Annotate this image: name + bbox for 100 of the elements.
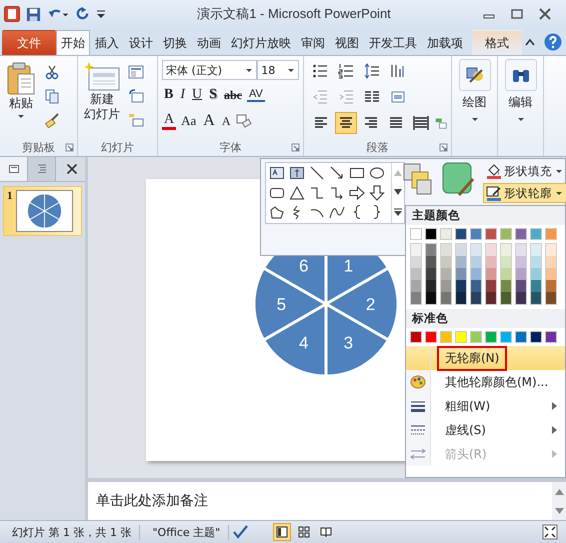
arrange-icon[interactable]	[403, 163, 433, 197]
drawing-button[interactable]: 绘图	[458, 59, 490, 125]
color-swatch[interactable]	[456, 244, 466, 256]
scroll-up-icon[interactable]	[394, 170, 402, 176]
color-swatch[interactable]	[500, 228, 512, 240]
color-swatch[interactable]	[485, 228, 497, 240]
color-swatch[interactable]	[440, 331, 452, 343]
color-swatch[interactable]	[500, 331, 512, 343]
arrow-line-icon[interactable]	[329, 165, 345, 181]
color-swatch[interactable]	[411, 268, 421, 280]
color-swatch[interactable]	[546, 256, 556, 268]
italic-button[interactable]: I	[178, 86, 188, 104]
ribbon-tab[interactable]: 切换	[158, 30, 192, 55]
color-swatch[interactable]	[516, 292, 526, 304]
color-swatch[interactable]	[545, 228, 557, 240]
color-swatch[interactable]	[441, 256, 451, 268]
ribbon-tab[interactable]: 设计	[124, 30, 158, 55]
ribbon-tab[interactable]: 开发工具	[364, 30, 422, 55]
spell-check-icon[interactable]	[233, 525, 250, 539]
text-box-icon[interactable]	[269, 165, 285, 181]
align-center-button[interactable]	[335, 112, 357, 134]
rectangle-icon[interactable]	[349, 165, 365, 181]
color-swatch[interactable]	[486, 256, 496, 268]
slide-thumbnail-row[interactable]: 1	[3, 186, 82, 236]
color-swatch[interactable]	[501, 244, 511, 256]
ribbon-tab[interactable]: 加载项	[422, 30, 468, 55]
color-swatch[interactable]	[440, 228, 452, 240]
ribbon-tab[interactable]: 插入	[90, 30, 124, 55]
text-direction-icon[interactable]	[390, 63, 406, 79]
color-swatch[interactable]	[456, 280, 466, 292]
ribbon-tab[interactable]: 动画	[192, 30, 226, 55]
right-arrow-icon[interactable]	[349, 184, 365, 201]
dialog-launcher-icon[interactable]	[65, 143, 74, 152]
increase-indent-icon[interactable]	[338, 89, 354, 105]
brush-icon[interactable]	[44, 112, 60, 128]
decrease-indent-icon[interactable]	[312, 89, 328, 105]
underline-button[interactable]: U	[190, 86, 204, 104]
section-icon[interactable]	[128, 112, 144, 128]
change-case-button[interactable]: Aa	[179, 112, 198, 130]
vertical-text-box-icon[interactable]	[289, 165, 305, 181]
color-swatch[interactable]	[486, 280, 496, 292]
color-swatch[interactable]	[455, 331, 467, 343]
color-swatch[interactable]	[545, 331, 557, 343]
color-swatch[interactable]	[425, 228, 437, 240]
color-swatch[interactable]	[426, 280, 436, 292]
font-color-button[interactable]: A	[162, 112, 176, 130]
strike-button[interactable]: abc	[222, 86, 244, 104]
color-swatch[interactable]	[456, 256, 466, 268]
help-icon[interactable]	[544, 33, 562, 51]
columns-icon[interactable]	[364, 89, 380, 105]
curve-icon[interactable]	[329, 204, 345, 220]
close-icon[interactable]	[538, 7, 552, 21]
slides-tab[interactable]	[0, 157, 28, 181]
bold-button[interactable]: B	[162, 86, 176, 104]
color-swatch[interactable]	[501, 292, 511, 304]
color-swatch[interactable]	[546, 268, 556, 280]
color-swatch[interactable]	[516, 256, 526, 268]
scroll-down-icon[interactable]	[394, 188, 402, 195]
triangle-icon[interactable]	[289, 184, 305, 201]
color-swatch[interactable]	[441, 292, 451, 304]
color-swatch[interactable]	[426, 244, 436, 256]
color-swatch[interactable]	[515, 331, 527, 343]
grow-font-button[interactable]: A	[201, 112, 217, 130]
menu-item[interactable]: 虚线(S)	[406, 418, 565, 442]
copy-icon[interactable]	[44, 88, 60, 104]
layout-icon[interactable]	[128, 64, 144, 80]
maximize-icon[interactable]	[510, 7, 524, 21]
shrink-font-button[interactable]: A	[220, 112, 233, 130]
color-swatch[interactable]	[411, 256, 421, 268]
scroll-up-icon[interactable]	[554, 488, 564, 494]
paste-button[interactable]: 粘贴	[4, 60, 38, 138]
more-icon[interactable]	[394, 208, 402, 216]
customize-icon[interactable]	[96, 8, 106, 20]
fit-window-icon[interactable]	[542, 524, 558, 540]
elbow-connector-icon[interactable]	[309, 184, 325, 201]
quick-styles-icon[interactable]	[441, 161, 475, 199]
color-swatch[interactable]	[441, 268, 451, 280]
ribbon-tab[interactable]: 文件	[2, 30, 56, 55]
ribbon-tab[interactable]: 开始	[56, 30, 90, 55]
ribbon-tab[interactable]: 格式	[472, 30, 522, 55]
shadow-button[interactable]: S	[207, 86, 219, 104]
color-swatch[interactable]	[531, 292, 541, 304]
color-swatch[interactable]	[485, 331, 497, 343]
normal-view-button[interactable]	[273, 523, 292, 541]
font-size-dropdown[interactable]: 18	[257, 60, 299, 80]
freeform-icon[interactable]	[269, 204, 285, 220]
color-swatch[interactable]	[411, 244, 421, 256]
color-swatch[interactable]	[426, 268, 436, 280]
color-swatch[interactable]	[501, 280, 511, 292]
dialog-launcher-icon[interactable]	[439, 143, 448, 152]
color-swatch[interactable]	[515, 228, 527, 240]
color-swatch[interactable]	[441, 280, 451, 292]
align-text-icon[interactable]	[390, 89, 406, 105]
color-swatch[interactable]	[531, 256, 541, 268]
save-icon[interactable]	[26, 6, 41, 22]
color-swatch[interactable]	[546, 244, 556, 256]
color-swatch[interactable]	[425, 331, 437, 343]
clear-format-icon[interactable]	[236, 113, 252, 129]
color-swatch[interactable]	[426, 292, 436, 304]
color-swatch[interactable]	[471, 256, 481, 268]
